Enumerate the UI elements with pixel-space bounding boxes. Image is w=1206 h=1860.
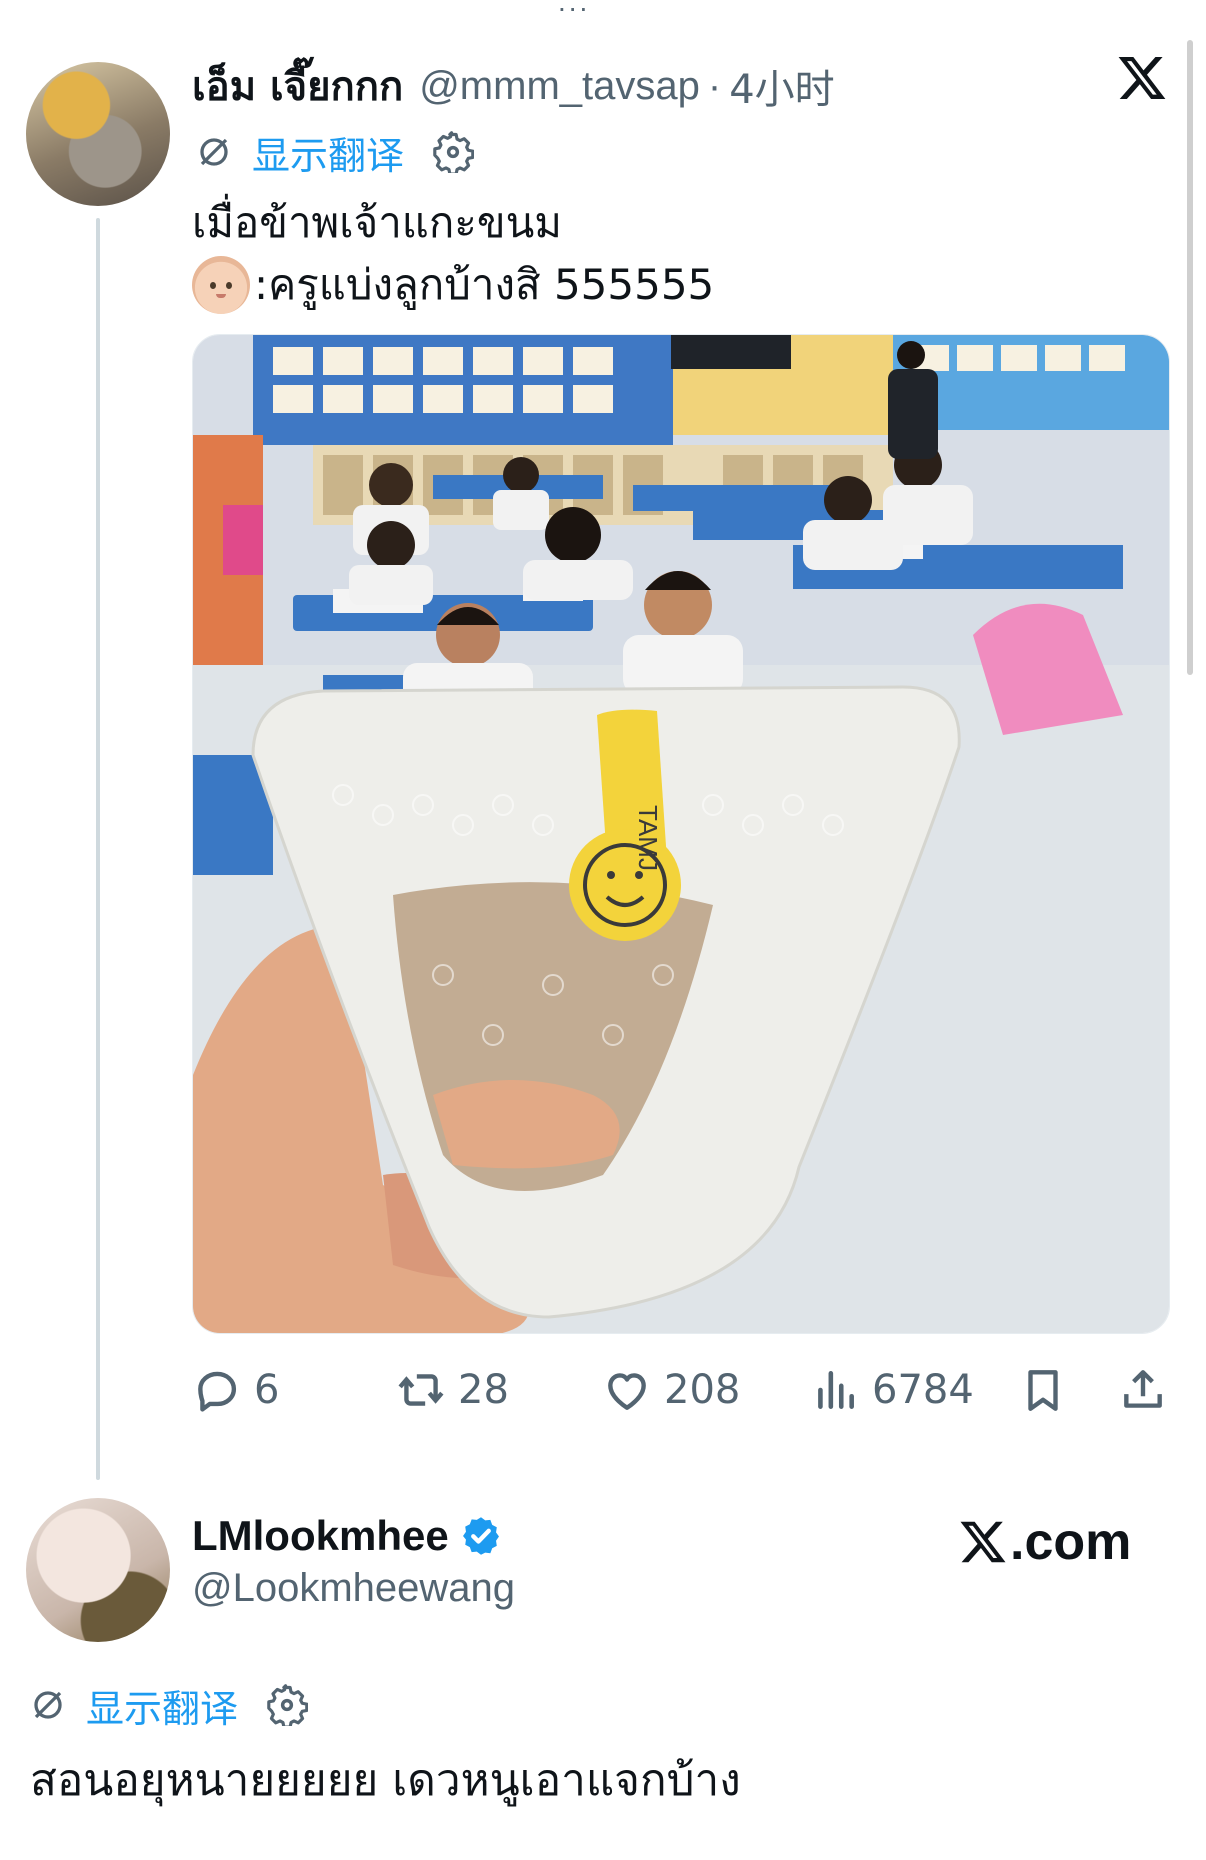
reply-text: สอนอยุหนายยยยย เดวหนูเอาแจกบ้าง <box>30 1755 741 1806</box>
translate-icon <box>200 138 228 166</box>
verified-badge-icon <box>462 1517 499 1555</box>
retweet-button[interactable]: 28 <box>396 1360 509 1420</box>
reply-count: 6 <box>254 1367 280 1413</box>
tweet-photo[interactable]: TAMJ <box>192 334 1170 1334</box>
classroom-photo-image: TAMJ <box>193 335 1169 1333</box>
tweet-actions: 6 28 208 6784 <box>192 1360 1172 1420</box>
thread-line <box>96 218 100 1480</box>
reply-author-handle[interactable]: @Lookmheewang <box>192 1566 515 1611</box>
top-indicator: ... <box>558 0 591 17</box>
author-handle[interactable]: @mmm_tavsap <box>419 64 700 109</box>
tape-label: TAMJ <box>633 805 663 871</box>
tweet-text-line-2-text: :ครูแบ่งลูกบ้างสิ 555555 <box>254 260 715 309</box>
translate-icon <box>34 1691 62 1719</box>
reply-author-name[interactable]: LMlookmhee <box>192 1512 449 1560</box>
share-icon <box>1124 1370 1162 1408</box>
reply-icon <box>198 1371 237 1412</box>
bookmark-icon <box>1028 1370 1058 1411</box>
reply-author-row: LMlookmhee <box>192 1508 503 1564</box>
scrollbar[interactable] <box>1187 40 1193 675</box>
retweet-count: 28 <box>458 1367 509 1413</box>
tweet-text-line-1: เมื่อข้าพเจ้าแกะขนม <box>192 198 562 247</box>
author-avatar[interactable] <box>26 62 170 206</box>
tweet-time[interactable]: 4小时 <box>729 57 834 115</box>
tweet-header: เอ็ม เจี๊ยกกก @mmm_tavsap · 4小时 <box>192 58 835 114</box>
xcom-text: .com <box>1010 1513 1132 1571</box>
bookmark-button[interactable] <box>1018 1360 1068 1420</box>
x-logo-icon[interactable] <box>1116 52 1168 104</box>
reply-author-avatar[interactable] <box>26 1498 170 1642</box>
baby-emoji-icon <box>192 256 250 314</box>
views-icon <box>818 1371 854 1409</box>
tweet-text: เมื่อข้าพเจ้าแกะขนม :ครูแบ่งลูกบ้างสิ 55… <box>192 192 714 316</box>
gear-icon[interactable] <box>432 131 475 173</box>
xcom-watermark: .com <box>958 1510 1131 1574</box>
gear-icon[interactable] <box>266 1684 309 1726</box>
reply-translate-row: 显示翻译 <box>30 1678 309 1733</box>
separator-dot: · <box>707 63 722 108</box>
share-button[interactable] <box>1118 1360 1168 1420</box>
x-logo-icon <box>960 1521 1006 1563</box>
author-name[interactable]: เอ็ม เจี๊ยกกก <box>192 54 403 118</box>
reply-show-translation-link[interactable]: 显示翻译 <box>86 1678 238 1733</box>
like-icon <box>608 1373 646 1410</box>
translate-row: 显示翻译 <box>196 128 475 178</box>
views-count: 6784 <box>872 1367 974 1413</box>
like-button[interactable]: 208 <box>602 1360 740 1420</box>
tweet-text-line-2: :ครูแบ่งลูกบ้างสิ 555555 <box>192 254 714 316</box>
reply-button[interactable]: 6 <box>192 1360 279 1420</box>
views-button[interactable]: 6784 <box>810 1360 974 1420</box>
like-count: 208 <box>664 1367 741 1413</box>
show-translation-link[interactable]: 显示翻译 <box>252 125 404 180</box>
retweet-icon <box>398 1374 444 1406</box>
